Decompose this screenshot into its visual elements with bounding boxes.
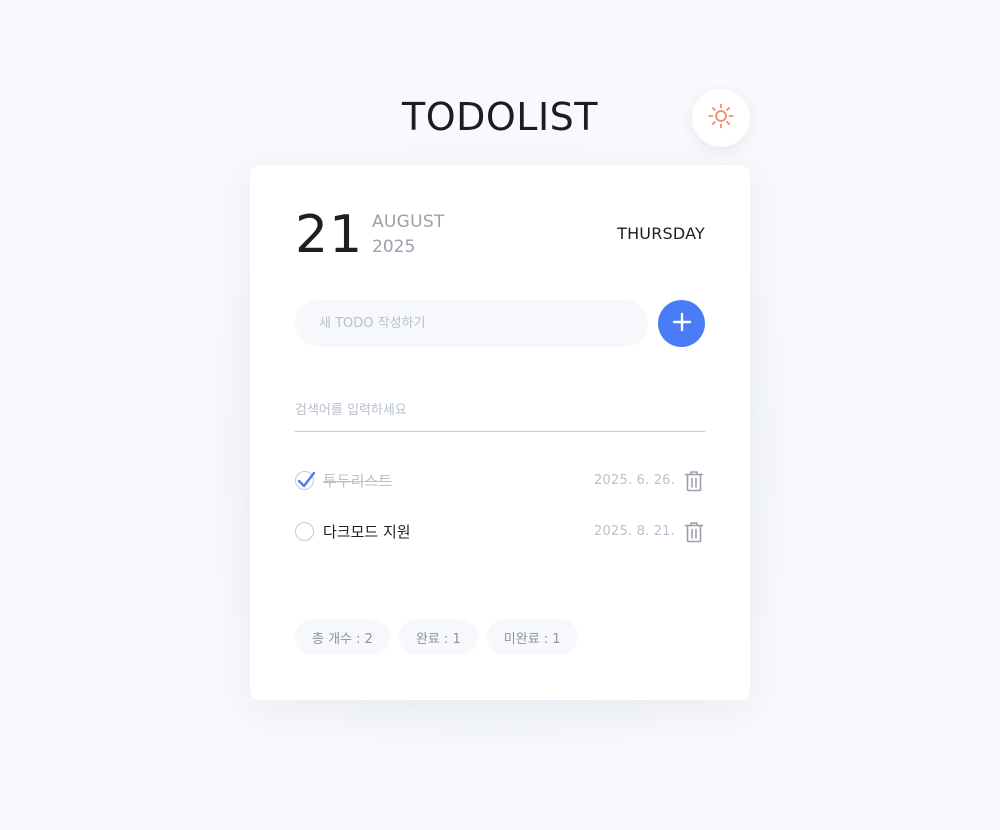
delete-todo-button[interactable] [683,469,705,493]
sun-icon [707,102,735,134]
weekday-label: THURSDAY [617,224,705,243]
todo-checkbox[interactable] [295,471,316,490]
todo-card: 21 AUGUST 2025 THURSDAY 투두 [250,165,750,700]
day-number: 21 [295,205,364,265]
new-todo-input[interactable] [295,300,648,347]
date-header: 21 AUGUST 2025 THURSDAY [295,205,705,265]
todo-stats: 총 개수 : 2 완료 : 1 미완료 : 1 [295,619,578,655]
todo-item: 다크모드 지원 2025. 8. 21. [295,506,705,557]
done-count-badge: 완료 : 1 [398,619,478,655]
total-count-badge: 총 개수 : 2 [295,619,390,655]
search-input[interactable] [295,390,705,432]
month-label: AUGUST [372,212,445,232]
theme-toggle-button[interactable] [692,89,750,147]
undone-count-badge: 미완료 : 1 [486,619,578,655]
trash-icon [684,470,704,491]
page-title: TODOLIST [401,95,598,139]
todo-list: 투두리스트 2025. 6. 26. 다크모드 지원 2025. 8. 21. [295,455,705,557]
todo-checkbox[interactable] [295,522,314,541]
todo-item: 투두리스트 2025. 6. 26. [295,455,705,506]
plus-icon [672,312,692,336]
year-label: 2025 [372,237,416,257]
todo-date: 2025. 8. 21. [594,524,675,539]
todo-text: 다크모드 지원 [323,522,411,541]
delete-todo-button[interactable] [683,520,705,544]
todo-text: 투두리스트 [323,471,393,490]
trash-icon [684,521,704,542]
add-todo-button[interactable] [658,300,705,347]
app-root: TODOLIST 21 AUGUST 2025 THURSDAY 새 TODO … [0,0,1000,830]
check-icon [297,471,316,488]
todo-date: 2025. 6. 26. [594,473,675,488]
